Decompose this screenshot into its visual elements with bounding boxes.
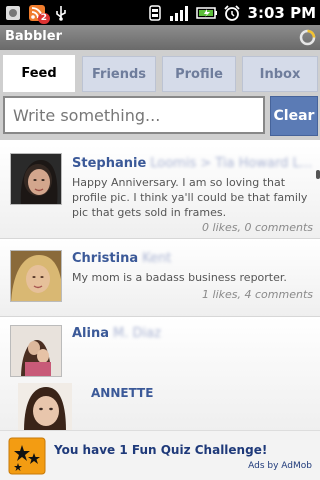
feed-post[interactable]: Alina M. Diaz ANNETTE [0,316,320,430]
post-text: My mom is a badass business reporter. [72,271,287,284]
clear-button[interactable]: Clear [270,96,318,136]
notification-count-badge: 2 [37,12,50,24]
tab-profile[interactable]: Profile [162,56,236,92]
post-author[interactable]: Christina Kent [72,251,171,266]
usb-icon [52,4,70,22]
feed-post[interactable]: Stephanie Loomis > Tia Howard L... Happy … [0,145,320,238]
title-bar: Babbler [0,25,320,50]
status-time: 3:03 PM [247,3,316,22]
alarm-icon [223,4,241,22]
feed-post[interactable]: Christina Kent My mom is a badass busines… [0,238,320,316]
tab-bar: Feed Friends Profile Inbox [0,50,320,92]
compose-bar: Clear [0,92,320,140]
star-icon [8,437,46,475]
post-photo[interactable] [18,383,72,430]
avatar[interactable] [10,153,62,205]
status-bar: 2 3:03 PM [0,0,320,25]
post-author-name: Alina [72,326,110,341]
avatar[interactable] [10,250,62,302]
tab-feed-label: Feed [21,66,57,81]
post-author[interactable]: Stephanie Loomis > Tia Howard L... [72,156,312,171]
status-bar-right: 3:03 PM [146,2,316,23]
status-input[interactable] [3,96,265,134]
tab-inbox-label: Inbox [259,66,301,82]
tab-profile-label: Profile [175,66,223,82]
post-text: Happy Anniversary. I am so loving that p… [72,176,308,219]
tab-inbox[interactable]: Inbox [242,56,318,92]
tab-feed[interactable]: Feed [2,54,76,92]
news-feed[interactable]: Stephanie Loomis > Tia Howard L... Happy … [0,140,320,430]
post-author-rest: M. Diaz [113,326,161,341]
app-notification-icon [4,4,22,22]
ad-attribution: Ads by AdMob [248,461,312,471]
post-author-name: Christina [72,251,139,266]
sync-icon [146,4,164,22]
post-author-name: Stephanie [72,156,147,171]
scrollbar[interactable] [316,170,320,179]
ad-banner[interactable]: You have 1 Fun Quiz Challenge! Ads by Ad… [0,430,320,480]
rss-icon: 2 [28,4,50,24]
post-meta[interactable]: 1 likes, 4 comments [202,288,313,301]
tab-friends[interactable]: Friends [82,56,156,92]
avatar[interactable] [10,325,62,377]
battery-icon [195,4,218,22]
post-author-rest: Kent [142,251,172,266]
post-meta[interactable]: 0 likes, 0 comments [202,221,313,234]
post-author-rest: Loomis > Tia Howard L... [150,156,313,171]
signal-icon [169,4,191,22]
ad-text[interactable]: You have 1 Fun Quiz Challenge! [54,443,267,457]
photo-caption[interactable]: ANNETTE [91,386,153,400]
status-bar-left: 2 [4,2,70,24]
loading-spinner-icon [299,29,316,46]
app-title: Babbler [5,29,62,44]
post-author[interactable]: Alina M. Diaz [72,326,161,341]
tab-friends-label: Friends [91,66,147,82]
